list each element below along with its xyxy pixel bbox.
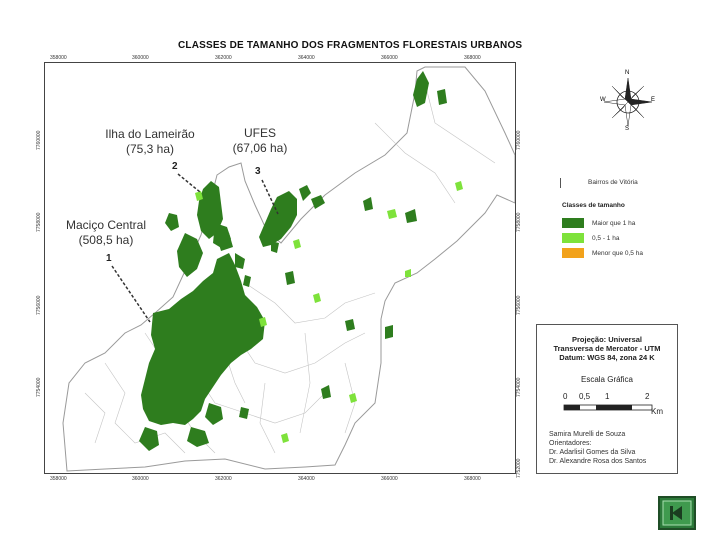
boundary-symbol	[560, 178, 561, 188]
projection-line1: Projeção: Universal	[571, 335, 643, 344]
credit-line: Orientadores:	[549, 440, 592, 447]
scale-title: Escala Gráfica	[580, 375, 634, 384]
credit-line: Samira Murelli de Souza	[549, 431, 626, 438]
scale-bar	[563, 404, 653, 411]
credit-line: Dr. Alexandre Rosa dos Santos	[549, 458, 647, 465]
projection-line3: Datum: WGS 84, zona 24 K	[559, 353, 655, 362]
scale-tick-label: 0,5	[579, 392, 591, 401]
legend-label-medium: 0,5 - 1 ha	[592, 235, 620, 242]
legend-swatch-large	[562, 218, 584, 228]
scale-tick-label: 0	[563, 392, 568, 401]
legend-label-large: Maior que 1 ha	[592, 220, 636, 227]
legend-swatch-small	[562, 248, 584, 258]
pointer-line-ufes	[261, 179, 279, 215]
compass-n: N	[625, 70, 630, 76]
legend-label-small: Menor que 0,5 ha	[592, 250, 643, 257]
info-box: Projeção: Universal Transversa de Mercat…	[536, 324, 678, 474]
scale-tick-label: 1	[605, 392, 610, 401]
pointer-line-lameirao	[177, 173, 201, 193]
scale-unit: Km	[651, 407, 663, 416]
credit-line: Dr. Adarlisil Gomes da Silva	[549, 449, 636, 456]
pointer-line-macico	[111, 265, 151, 323]
legend-boundary-label: Bairros de Vitória	[588, 179, 638, 186]
compass-e: E	[651, 97, 656, 103]
compass-w: W	[600, 97, 606, 103]
projection-line2: Transversa de Mercator - UTM	[553, 344, 661, 353]
north-arrow-icon	[603, 77, 653, 127]
compass-s: S	[625, 126, 630, 132]
next-slide-button[interactable]	[658, 496, 696, 530]
legend-title: Classes de tamanho	[562, 202, 625, 209]
legend: Bairros de Vitória Classes de tamanho Ma…	[540, 170, 680, 270]
legend-swatch-medium	[562, 233, 584, 243]
scale-tick-label: 2	[645, 392, 650, 401]
next-slide-icon	[662, 500, 692, 526]
